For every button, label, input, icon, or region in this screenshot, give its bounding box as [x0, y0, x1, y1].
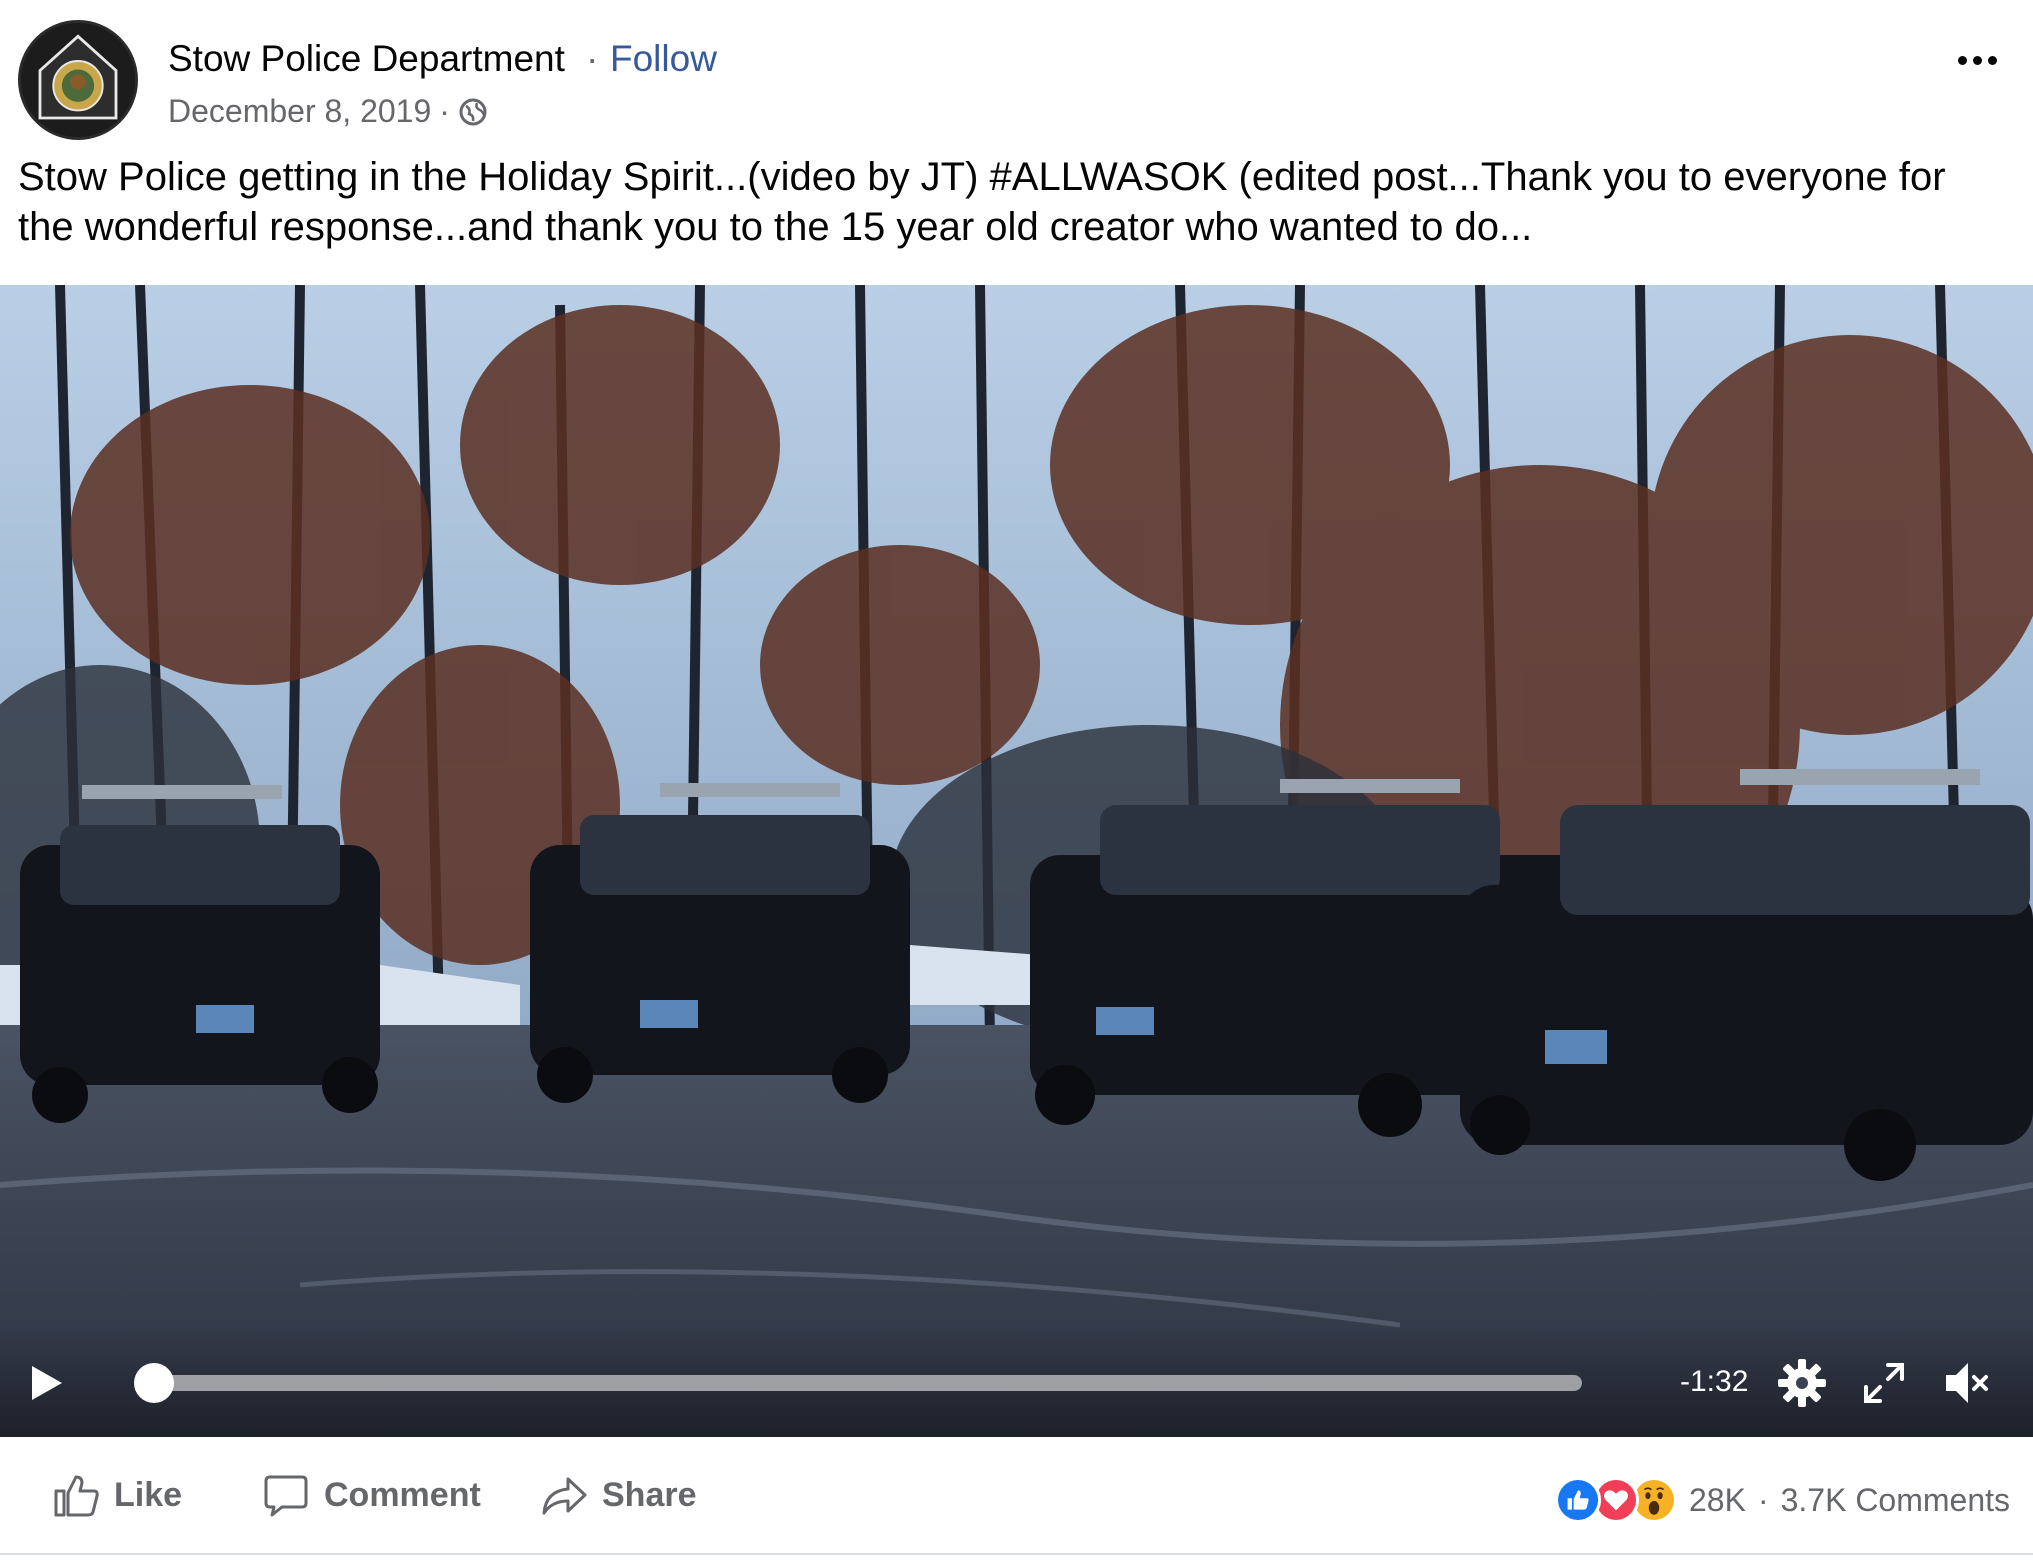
globe-icon[interactable] — [458, 97, 488, 127]
reaction-count[interactable]: 28K — [1689, 1482, 1746, 1519]
comment-button[interactable]: Comment — [262, 1467, 481, 1523]
comment-icon — [264, 1475, 308, 1517]
stow-police-logo — [21, 23, 135, 137]
post-meta: December 8, 2019 · — [168, 93, 488, 130]
video-frame — [0, 285, 2033, 1437]
gear-icon[interactable] — [1776, 1357, 1828, 1409]
remaining-time: -1:32 — [1680, 1365, 1749, 1398]
post-action-bar: Like Comment Share 28K · 3.7K Comments — [0, 1437, 2033, 1555]
reactions-summary[interactable]: 28K · 3.7K Comments — [1555, 1477, 2010, 1523]
progress-scrubber[interactable] — [134, 1363, 174, 1403]
comment-label: Comment — [324, 1475, 481, 1514]
comments-count[interactable]: 3.7K Comments — [1781, 1482, 2010, 1519]
page-name[interactable]: Stow Police Department — [168, 38, 565, 80]
post-date[interactable]: December 8, 2019 — [168, 93, 431, 130]
like-button[interactable]: Like — [52, 1467, 182, 1523]
fullscreen-icon[interactable] — [1858, 1357, 1910, 1409]
volume-muted-icon[interactable] — [1940, 1357, 1992, 1409]
share-button[interactable]: Share — [540, 1467, 697, 1523]
post-text: Stow Police getting in the Holiday Spiri… — [18, 155, 1946, 249]
like-label: Like — [114, 1475, 183, 1514]
header-separator: · — [586, 38, 599, 79]
video-player[interactable]: -1:32 — [0, 285, 2033, 1437]
reactions-separator: · — [1757, 1481, 1769, 1518]
like-reaction-icon — [1555, 1477, 1601, 1523]
page-avatar[interactable] — [18, 20, 138, 140]
share-label: Share — [602, 1475, 697, 1514]
more-options-icon[interactable] — [1947, 40, 2007, 80]
date-separator: · — [439, 93, 450, 129]
video-controls: -1:32 — [0, 1327, 2033, 1437]
share-icon — [542, 1477, 587, 1515]
play-icon[interactable] — [26, 1363, 66, 1403]
thumbs-up-icon — [54, 1475, 99, 1517]
follow-button[interactable]: Follow — [610, 38, 717, 80]
progress-bar[interactable] — [150, 1375, 1582, 1391]
